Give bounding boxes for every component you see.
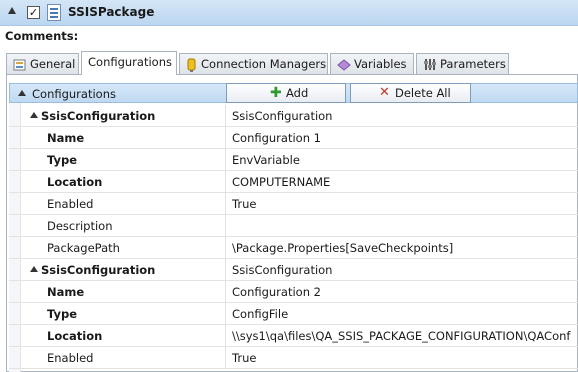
property-name: Name <box>47 131 85 145</box>
property-row[interactable]: Type EnvVariable <box>9 149 578 171</box>
connection-icon <box>187 58 196 72</box>
property-value[interactable]: EnvVariable <box>232 153 300 167</box>
collapse-triangle-icon[interactable] <box>30 266 38 272</box>
delete-all-button-label: Delete All <box>395 86 451 100</box>
package-enabled-checkbox[interactable]: ✓ <box>27 6 40 19</box>
property-row[interactable]: Description <box>9 215 578 237</box>
property-row[interactable]: Name Configuration 2 <box>9 281 578 303</box>
property-name: Type <box>47 307 78 321</box>
collapse-triangle-icon[interactable] <box>30 112 38 118</box>
property-name: Location <box>47 329 103 343</box>
property-value[interactable]: Configuration 2 <box>232 285 321 299</box>
property-value[interactable]: \\sys1\qa\files\QA_SSIS_PACKAGE_CONFIGUR… <box>232 329 570 343</box>
tab-general[interactable]: General <box>6 53 79 75</box>
column-divider <box>225 347 226 369</box>
property-row[interactable]: Location COMPUTERNAME <box>9 171 578 193</box>
comments-label: Comments: <box>5 29 79 43</box>
add-button-label: Add <box>286 86 309 100</box>
variables-icon <box>337 58 351 71</box>
column-divider <box>225 193 226 215</box>
property-name: Enabled <box>47 351 94 365</box>
column-divider <box>225 281 226 303</box>
property-value[interactable]: SsisConfiguration <box>232 109 332 123</box>
property-value[interactable]: SsisConfiguration <box>232 263 332 277</box>
property-row[interactable]: Type ConfigFile <box>9 303 578 325</box>
property-name: PackagePath <box>47 241 120 255</box>
property-name: Type <box>47 153 78 167</box>
column-divider <box>225 303 226 325</box>
property-row[interactable]: Location \\sys1\qa\files\QA_SSIS_PACKAGE… <box>9 325 578 347</box>
tab-strip: General Configurations Connection Manage… <box>6 51 578 75</box>
property-name: Name <box>47 285 85 299</box>
column-divider <box>225 215 226 237</box>
property-name: Description <box>47 219 113 233</box>
config-group-row[interactable]: SsisConfiguration SsisConfiguration <box>9 105 578 127</box>
column-divider <box>225 127 226 149</box>
column-divider <box>225 325 226 347</box>
property-name: Location <box>47 175 103 189</box>
property-value[interactable]: COMPUTERNAME <box>232 175 330 189</box>
property-value[interactable]: \Package.Properties[SaveCheckpoints] <box>232 241 453 255</box>
column-divider <box>225 149 226 171</box>
property-row[interactable]: PackagePath \Package.Properties[SaveChec… <box>9 237 578 259</box>
property-value[interactable]: Configuration 1 <box>232 131 321 145</box>
tab-variables[interactable]: Variables <box>330 53 414 75</box>
collapse-triangle-icon[interactable] <box>8 7 16 14</box>
package-icon <box>47 4 61 21</box>
delete-x-icon: ✕ <box>379 85 390 100</box>
collapse-triangle-icon[interactable] <box>18 90 26 96</box>
add-button[interactable]: ✚ Add <box>226 83 346 103</box>
property-value[interactable]: True <box>232 197 256 211</box>
delete-all-button[interactable]: ✕ Delete All <box>350 83 471 103</box>
column-divider <box>225 259 226 281</box>
tab-label: Configurations <box>88 55 172 69</box>
tab-label: Parameters <box>440 57 506 71</box>
column-divider <box>225 237 226 259</box>
property-value[interactable]: True <box>232 351 256 365</box>
tab-configurations[interactable]: Configurations <box>81 51 177 75</box>
property-row[interactable]: Enabled True <box>9 347 578 369</box>
package-header: ✓ SSISPackage <box>0 0 578 26</box>
property-value[interactable]: ConfigFile <box>232 307 288 321</box>
column-divider <box>225 105 226 127</box>
property-name: Enabled <box>47 197 94 211</box>
plus-icon: ✚ <box>270 85 282 101</box>
tab-label: Connection Managers <box>201 57 327 71</box>
tab-label: Variables <box>354 57 407 71</box>
config-group-row[interactable]: SsisConfiguration SsisConfiguration <box>9 259 578 281</box>
tab-label: General <box>30 57 76 71</box>
general-icon <box>13 59 26 71</box>
column-divider <box>225 171 226 193</box>
property-row[interactable]: Name Configuration 1 <box>9 127 578 149</box>
tab-connection-managers[interactable]: Connection Managers <box>179 53 328 75</box>
property-name: SsisConfiguration <box>41 263 156 277</box>
tab-parameters[interactable]: Parameters <box>416 53 509 75</box>
parameters-icon <box>424 59 436 70</box>
grid-header-label: Configurations <box>32 87 116 101</box>
package-title: SSISPackage <box>68 5 155 19</box>
property-row[interactable]: Enabled True <box>9 193 578 215</box>
property-name: SsisConfiguration <box>41 109 156 123</box>
